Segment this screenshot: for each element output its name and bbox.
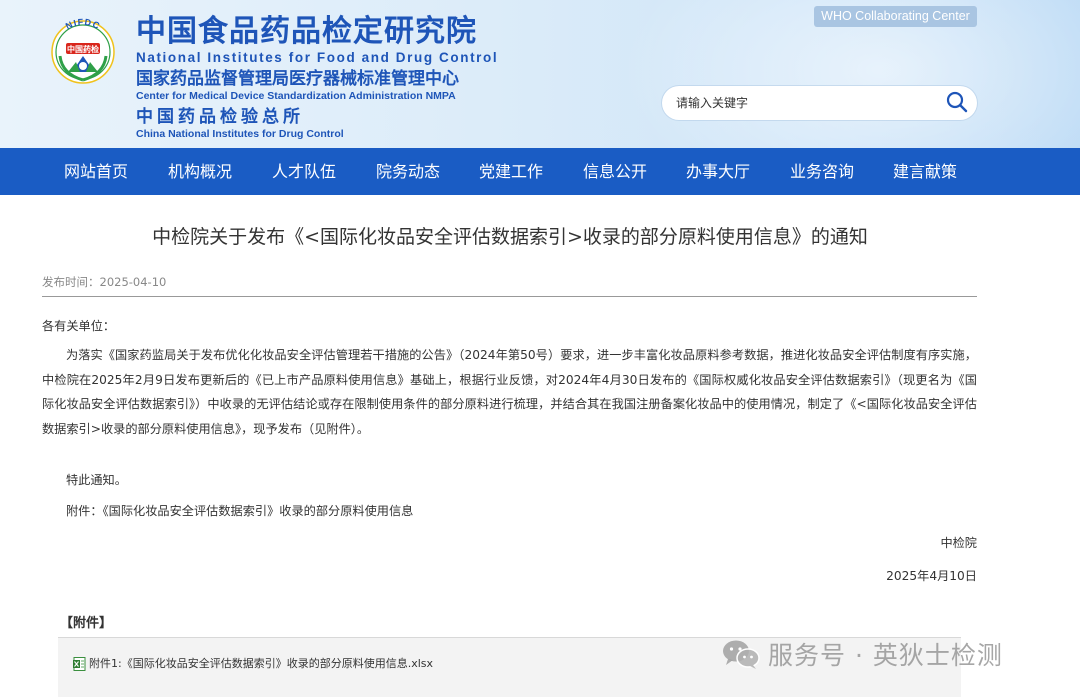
nav-item-disclosure[interactable]: 信息公开 [583,148,647,195]
title-divider [42,296,977,297]
excel-file-icon [73,657,86,671]
signature-date: 2025年4月10日 [886,569,977,583]
article-salutation: 各有关单位： [42,319,116,333]
publish-date: 发布时间：2025-04-10 [42,275,167,289]
search-box [662,86,977,120]
article-notice: 特此通知。 [66,473,127,487]
who-collaborating-center-link[interactable]: WHO Collaborating Center [814,6,977,27]
logo-center-text: 中国药检 [67,44,99,54]
wechat-icon [723,640,760,669]
site-title-block: 中国食品药品检定研究院 National Institutes for Food… [136,14,498,140]
site-title-en: National Institutes for Food and Drug Co… [136,50,499,65]
article-title: 中检院关于发布《<国际化妆品安全评估数据索引>收录的部分原料使用信息》的通知 [152,226,868,248]
watermark-text: 服务号 · 英狄士检测 [768,641,1003,670]
nav-item-talent[interactable]: 人才队伍 [272,148,336,195]
search-input[interactable] [676,86,926,120]
nav-item-about[interactable]: 机构概况 [168,148,232,195]
site-subtitle2-en: China National Institutes for Drug Contr… [136,128,344,140]
nav-item-news[interactable]: 院务动态 [376,148,440,195]
attachment-file-link[interactable]: 附件1:《国际化妆品安全评估数据索引》收录的部分原料使用信息.xlsx [89,655,433,671]
site-title-cn[interactable]: 中国食品药品检定研究院 [136,14,498,50]
site-header: 中国药检 NIFDC 中国食品药品检定研究院 National Institut… [0,0,1080,148]
attachments-heading: 【附件】 [60,616,113,631]
nav-item-home[interactable]: 网站首页 [64,148,128,195]
article-paragraph: 为落实《国家药监局关于发布优化化妆品安全评估管理若干措施的公告》（2024年第5… [42,348,977,436]
signature-org: 中检院 [940,536,977,550]
site-subtitle-en: Center for Medical Device Standardizatio… [136,90,456,102]
search-icon [946,91,968,112]
site-subtitle-cn: 国家药品监督管理局医疗器械标准管理中心 [136,69,459,89]
nav-item-suggestions[interactable]: 建言献策 [893,148,957,195]
watermark: 服务号 · 英狄士检测 [722,634,1003,674]
main-nav: 网站首页 机构概况 人才队伍 院务动态 党建工作 信息公开 办事大厅 业务咨询 … [0,148,1080,195]
nav-item-services[interactable]: 办事大厅 [686,148,750,195]
nav-item-consulting[interactable]: 业务咨询 [790,148,854,195]
site-subtitle2-cn: 中国药品检验总所 [136,107,304,127]
nifdc-logo-icon[interactable]: 中国药检 NIFDC [46,12,120,86]
article-attachment-line: 附件：《国际化妆品安全评估数据索引》收录的部分原料使用信息 [66,504,414,518]
nav-item-party[interactable]: 党建工作 [479,148,543,195]
search-button[interactable] [943,90,971,116]
